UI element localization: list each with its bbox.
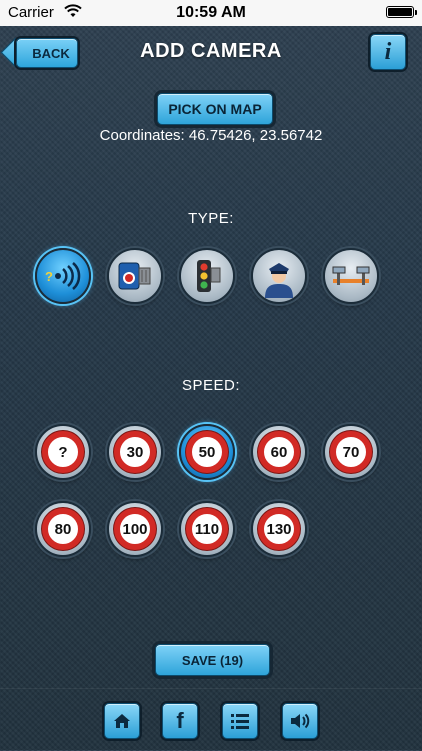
type-button-traffic-light[interactable] bbox=[179, 248, 235, 304]
pick-on-map-label: PICK ON MAP bbox=[168, 101, 262, 117]
speed-sign: 80 bbox=[42, 508, 84, 550]
speed-label: SPEED: bbox=[181, 377, 241, 394]
info-icon: i bbox=[384, 38, 392, 65]
svg-text:?: ? bbox=[45, 269, 53, 284]
speed-button-50[interactable]: 50 bbox=[179, 424, 235, 480]
sound-button[interactable] bbox=[282, 703, 318, 739]
average-speed-camera-icon bbox=[332, 266, 370, 285]
facebook-button[interactable]: f bbox=[162, 703, 198, 739]
type-button-police[interactable] bbox=[251, 248, 307, 304]
list-icon bbox=[231, 714, 249, 729]
speed-button-unknown[interactable]: ? bbox=[35, 424, 91, 480]
save-button-label: SAVE (19) bbox=[181, 652, 244, 668]
home-icon bbox=[114, 714, 130, 728]
page-title: ADD CAMERA bbox=[140, 40, 282, 62]
speed-sign: ? bbox=[42, 431, 84, 473]
speed-sign: 50 bbox=[186, 431, 228, 473]
info-button[interactable]: i bbox=[370, 34, 406, 70]
status-time: 10:59 AM bbox=[176, 4, 246, 21]
type-button-unknown[interactable]: ? bbox=[35, 248, 91, 304]
coordinates-text: Coordinates: 46.75426, 23.56742 bbox=[99, 127, 323, 144]
type-button-speed-camera[interactable] bbox=[107, 248, 163, 304]
pick-on-map-button[interactable]: PICK ON MAP bbox=[157, 93, 273, 125]
police-icon bbox=[265, 263, 293, 298]
bottom-toolbar: f bbox=[0, 688, 422, 751]
speed-sign: 110 bbox=[186, 508, 228, 550]
speed-sign: 60 bbox=[258, 431, 300, 473]
home-button[interactable] bbox=[104, 703, 140, 739]
speed-button-70[interactable]: 70 bbox=[323, 424, 379, 480]
speed-button-130[interactable]: 130 bbox=[251, 501, 307, 557]
traffic-light-icon bbox=[197, 260, 221, 292]
battery-icon bbox=[386, 6, 417, 18]
speed-sign: 70 bbox=[330, 431, 372, 473]
status-bar: Carrier 10:59 AM bbox=[0, 0, 422, 26]
unknown-camera-icon: ? bbox=[45, 262, 81, 290]
speed-sign: 30 bbox=[114, 431, 156, 473]
speaker-icon bbox=[291, 713, 310, 729]
speed-button-60[interactable]: 60 bbox=[251, 424, 307, 480]
speed-sign: 130 bbox=[258, 508, 300, 550]
facebook-icon: f bbox=[176, 708, 184, 733]
type-button-average-speed[interactable] bbox=[323, 248, 379, 304]
speed-button-100[interactable]: 100 bbox=[107, 501, 163, 557]
speed-button-110[interactable]: 110 bbox=[179, 501, 235, 557]
save-button[interactable]: SAVE (19) bbox=[155, 644, 270, 676]
speed-camera-icon bbox=[118, 262, 151, 290]
speed-button-30[interactable]: 30 bbox=[107, 424, 163, 480]
speed-sign: 100 bbox=[114, 508, 156, 550]
list-button[interactable] bbox=[222, 703, 258, 739]
speed-button-80[interactable]: 80 bbox=[35, 501, 91, 557]
navigation-bar: BACK ADD CAMERA i bbox=[0, 26, 422, 76]
type-label: TYPE: bbox=[188, 210, 234, 227]
